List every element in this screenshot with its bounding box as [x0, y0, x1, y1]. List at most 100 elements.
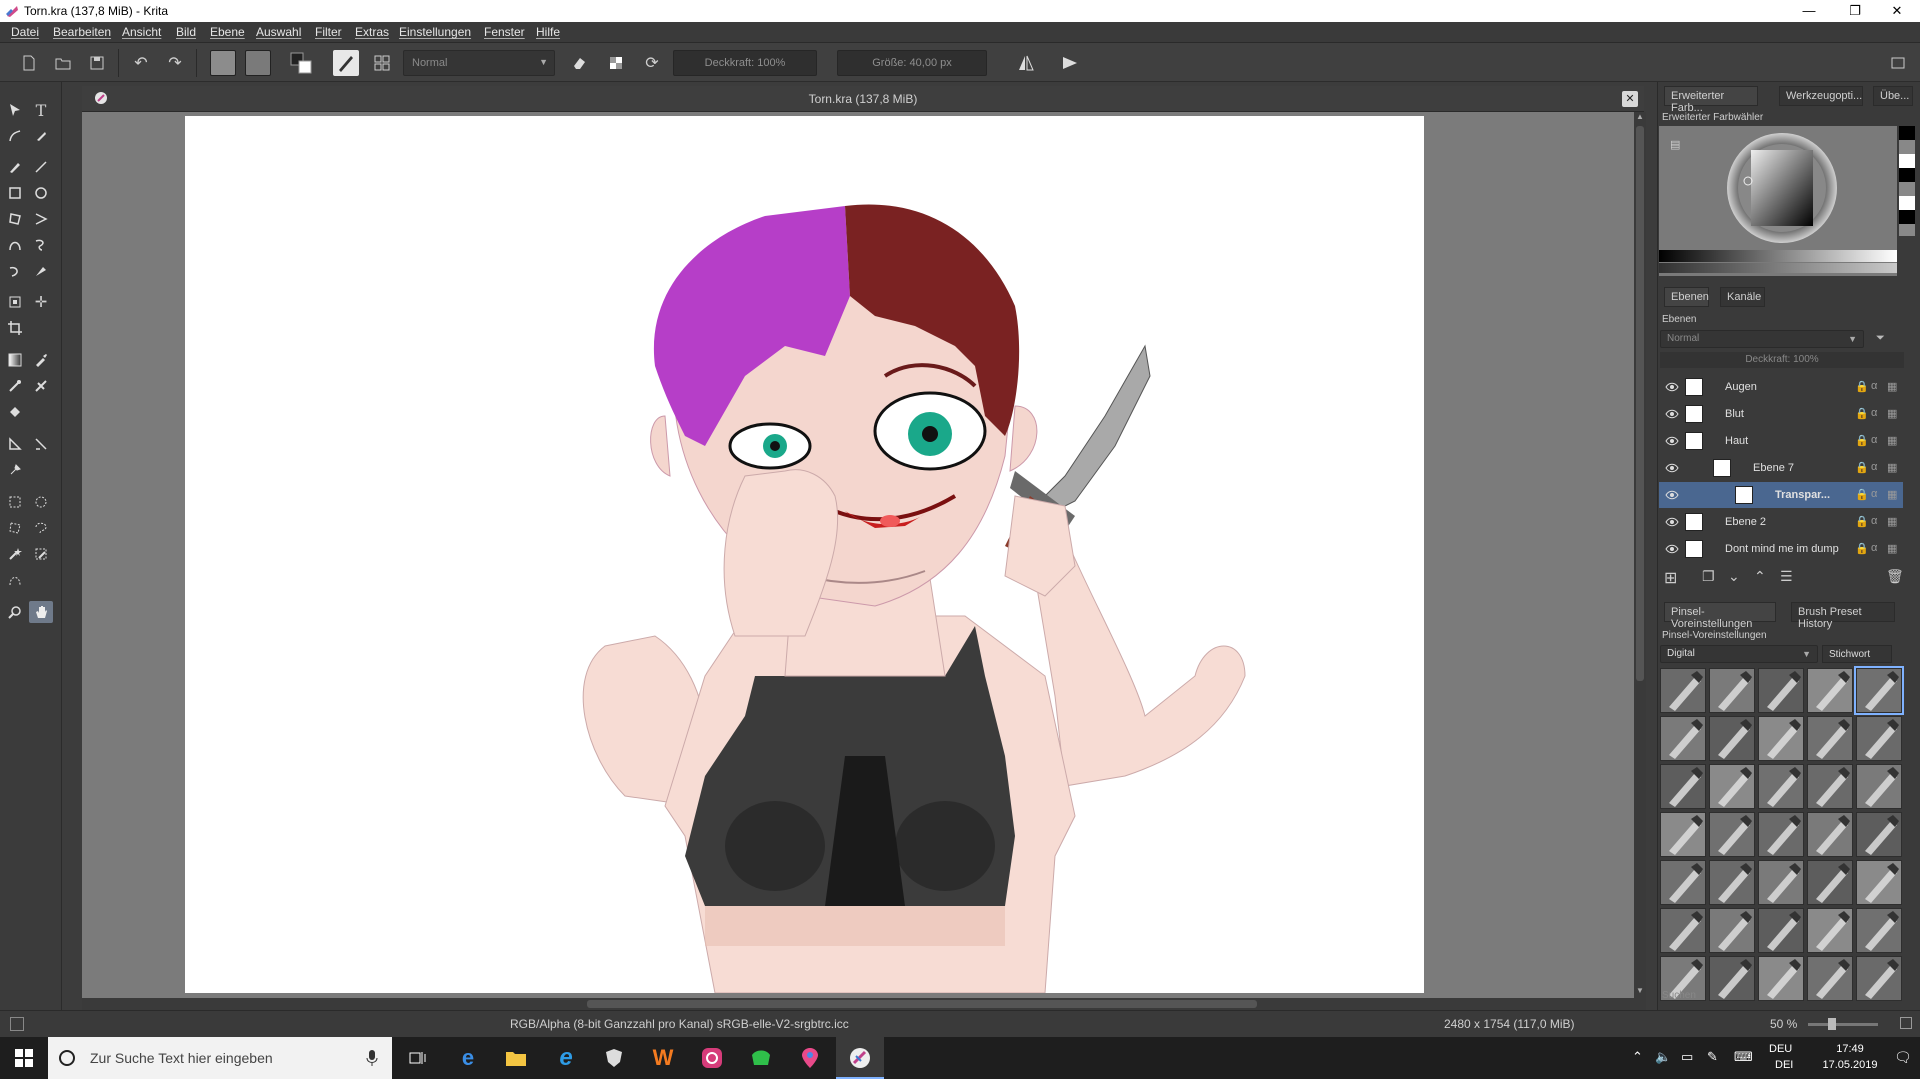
- tab-overview[interactable]: Übe...: [1873, 86, 1913, 106]
- brush-preset-tile[interactable]: [1807, 716, 1853, 761]
- text-tool-icon[interactable]: T: [29, 99, 53, 121]
- open-folder-icon[interactable]: [50, 50, 76, 76]
- brush-preset-tile[interactable]: [1856, 860, 1902, 905]
- tray-chevron-up-icon[interactable]: ⌃: [1632, 1049, 1643, 1065]
- rectangle-tool-icon[interactable]: [3, 182, 27, 204]
- brush-preset-tile[interactable]: [1856, 812, 1902, 857]
- alpha-icon[interactable]: α: [1871, 488, 1883, 500]
- lock-icon[interactable]: 🔒: [1855, 407, 1869, 420]
- minimize-button[interactable]: —: [1786, 0, 1832, 22]
- brush-keyword-button[interactable]: Stichwort: [1822, 645, 1892, 663]
- pen-icon[interactable]: ✎: [1707, 1049, 1718, 1065]
- zoom-tool-icon[interactable]: [3, 601, 27, 623]
- undo-icon[interactable]: ↶: [128, 50, 154, 76]
- freehand-brush-tool-icon[interactable]: [3, 156, 27, 178]
- move-layer-down-icon[interactable]: ⌄: [1728, 568, 1740, 585]
- wattpad-icon[interactable]: W: [650, 1045, 676, 1071]
- line-tool-icon[interactable]: [29, 156, 53, 178]
- lock-icon[interactable]: 🔒: [1855, 515, 1869, 528]
- tab-tool-options[interactable]: Werkzeugopti...: [1779, 86, 1863, 106]
- network-icon[interactable]: ▭: [1681, 1049, 1693, 1065]
- lock-icon[interactable]: 🔒: [1855, 488, 1869, 501]
- brush-preset-tile[interactable]: [1709, 812, 1755, 857]
- brush-preset-tile[interactable]: [1856, 908, 1902, 953]
- layer-opacity-slider[interactable]: Deckkraft: 100%: [1660, 352, 1904, 368]
- menu-hilfe[interactable]: Hilfe: [536, 25, 560, 39]
- file-explorer-icon[interactable]: [503, 1045, 529, 1071]
- layer-blend-select[interactable]: Normal ▼: [1660, 330, 1864, 348]
- eraser-icon[interactable]: [566, 50, 592, 76]
- horizontal-scrollbar[interactable]: [82, 998, 1646, 1010]
- brush-preset-tile[interactable]: [1709, 908, 1755, 953]
- brush-preset-tile[interactable]: [1758, 860, 1804, 905]
- brush-preset-tile[interactable]: [1660, 860, 1706, 905]
- brush-preset-tile[interactable]: [1856, 764, 1902, 809]
- language-top[interactable]: DEU: [1769, 1043, 1792, 1055]
- brush-preset-tile[interactable]: [1758, 764, 1804, 809]
- brush-preset-tile[interactable]: [1660, 812, 1706, 857]
- vertical-scrollbar[interactable]: ▲ ▼: [1634, 112, 1646, 998]
- brush-size-slider[interactable]: Größe: 40,00 px: [837, 50, 987, 76]
- select-shapes-tool-icon[interactable]: [3, 99, 27, 121]
- brush-preset-tile[interactable]: [1709, 764, 1755, 809]
- alpha-icon[interactable]: α: [1871, 434, 1883, 446]
- reference-images-tool-icon[interactable]: [3, 459, 27, 481]
- visibility-eye-icon[interactable]: [1665, 488, 1679, 502]
- inherit-alpha-icon[interactable]: ▦: [1887, 515, 1899, 528]
- polyline-tool-icon[interactable]: [29, 208, 53, 230]
- colorize-mask-tool-icon[interactable]: [3, 375, 27, 397]
- alpha-icon[interactable]: α: [1871, 542, 1883, 554]
- language-bottom[interactable]: DEI: [1775, 1059, 1793, 1071]
- alpha-icon[interactable]: α: [1871, 380, 1883, 392]
- zoom-slider[interactable]: [1808, 1018, 1878, 1030]
- internet-explorer-icon[interactable]: e: [553, 1044, 579, 1071]
- similar-color-selection-tool-icon[interactable]: [29, 543, 53, 565]
- brush-tag-select[interactable]: Digital ▼: [1660, 645, 1818, 663]
- brush-preset-tile[interactable]: [1709, 716, 1755, 761]
- tab-brush-presets[interactable]: Pinsel-Voreinstellungen: [1664, 602, 1776, 630]
- alpha-icon[interactable]: α: [1871, 515, 1883, 527]
- drawing-canvas[interactable]: [185, 116, 1424, 993]
- alpha-lock-icon[interactable]: [603, 50, 629, 76]
- brush-preset-tile[interactable]: [1807, 764, 1853, 809]
- brush-preset-tile[interactable]: [1807, 860, 1853, 905]
- smart-patch-tool-icon[interactable]: [29, 375, 53, 397]
- filter-icon[interactable]: ⏷: [1876, 332, 1906, 348]
- brush-preset-tile[interactable]: [1709, 956, 1755, 1001]
- brush-preset-tile[interactable]: [1660, 764, 1706, 809]
- inherit-alpha-icon[interactable]: ▦: [1887, 542, 1899, 555]
- maximize-button[interactable]: ❐: [1832, 0, 1878, 22]
- elliptical-selection-tool-icon[interactable]: [29, 491, 53, 513]
- green-app-icon[interactable]: [748, 1045, 774, 1071]
- visibility-eye-icon[interactable]: [1665, 407, 1679, 421]
- visibility-eye-icon[interactable]: [1665, 461, 1679, 475]
- close-button[interactable]: ✕: [1874, 0, 1920, 22]
- menu-filter[interactable]: Filter: [315, 25, 342, 39]
- brush-preset-icon[interactable]: [333, 50, 359, 76]
- layer-row[interactable]: Transpar... 🔒 α ▦: [1659, 482, 1903, 508]
- alpha-icon[interactable]: α: [1871, 407, 1883, 419]
- brush-preset-tile[interactable]: [1807, 812, 1853, 857]
- brush-preset-tile[interactable]: [1807, 668, 1853, 713]
- maps-pin-icon[interactable]: [797, 1045, 823, 1071]
- canvas-only-icon[interactable]: [1885, 50, 1911, 76]
- menu-bearbeiten[interactable]: Bearbeiten: [53, 25, 111, 39]
- assistant-tool-icon[interactable]: [3, 433, 27, 455]
- menu-fenster[interactable]: Fenster: [484, 25, 525, 39]
- layer-row[interactable]: Ebene 7 🔒 α ▦: [1659, 455, 1903, 481]
- menu-bild[interactable]: Bild: [176, 25, 196, 39]
- tab-channels[interactable]: Kanäle: [1720, 287, 1765, 307]
- inherit-alpha-icon[interactable]: ▦: [1887, 434, 1899, 447]
- menu-ebene[interactable]: Ebene: [210, 25, 245, 39]
- visibility-eye-icon[interactable]: [1665, 542, 1679, 556]
- brush-preset-tile[interactable]: [1660, 668, 1706, 713]
- inherit-alpha-icon[interactable]: ▦: [1887, 461, 1899, 474]
- lock-icon[interactable]: 🔒: [1855, 434, 1869, 447]
- instagram-icon[interactable]: [699, 1045, 725, 1071]
- windows-start-icon[interactable]: [11, 1045, 37, 1071]
- brush-preset-tile[interactable]: [1856, 956, 1902, 1001]
- fit-view-icon[interactable]: [1900, 1017, 1912, 1029]
- transform-tool-icon[interactable]: [3, 291, 27, 313]
- pan-tool-icon[interactable]: [29, 601, 53, 623]
- layer-row[interactable]: Augen 🔒 α ▦: [1659, 374, 1903, 400]
